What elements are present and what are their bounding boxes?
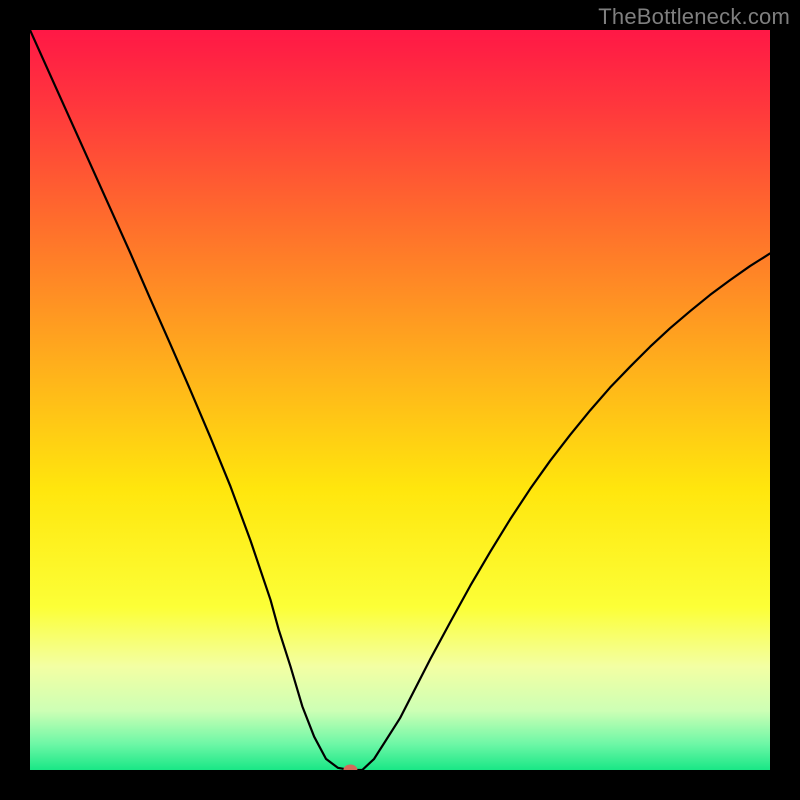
chart-border	[0, 0, 800, 800]
chart-container: { "watermark": "TheBottleneck.com", "cha…	[0, 0, 800, 800]
watermark-label: TheBottleneck.com	[598, 4, 790, 30]
